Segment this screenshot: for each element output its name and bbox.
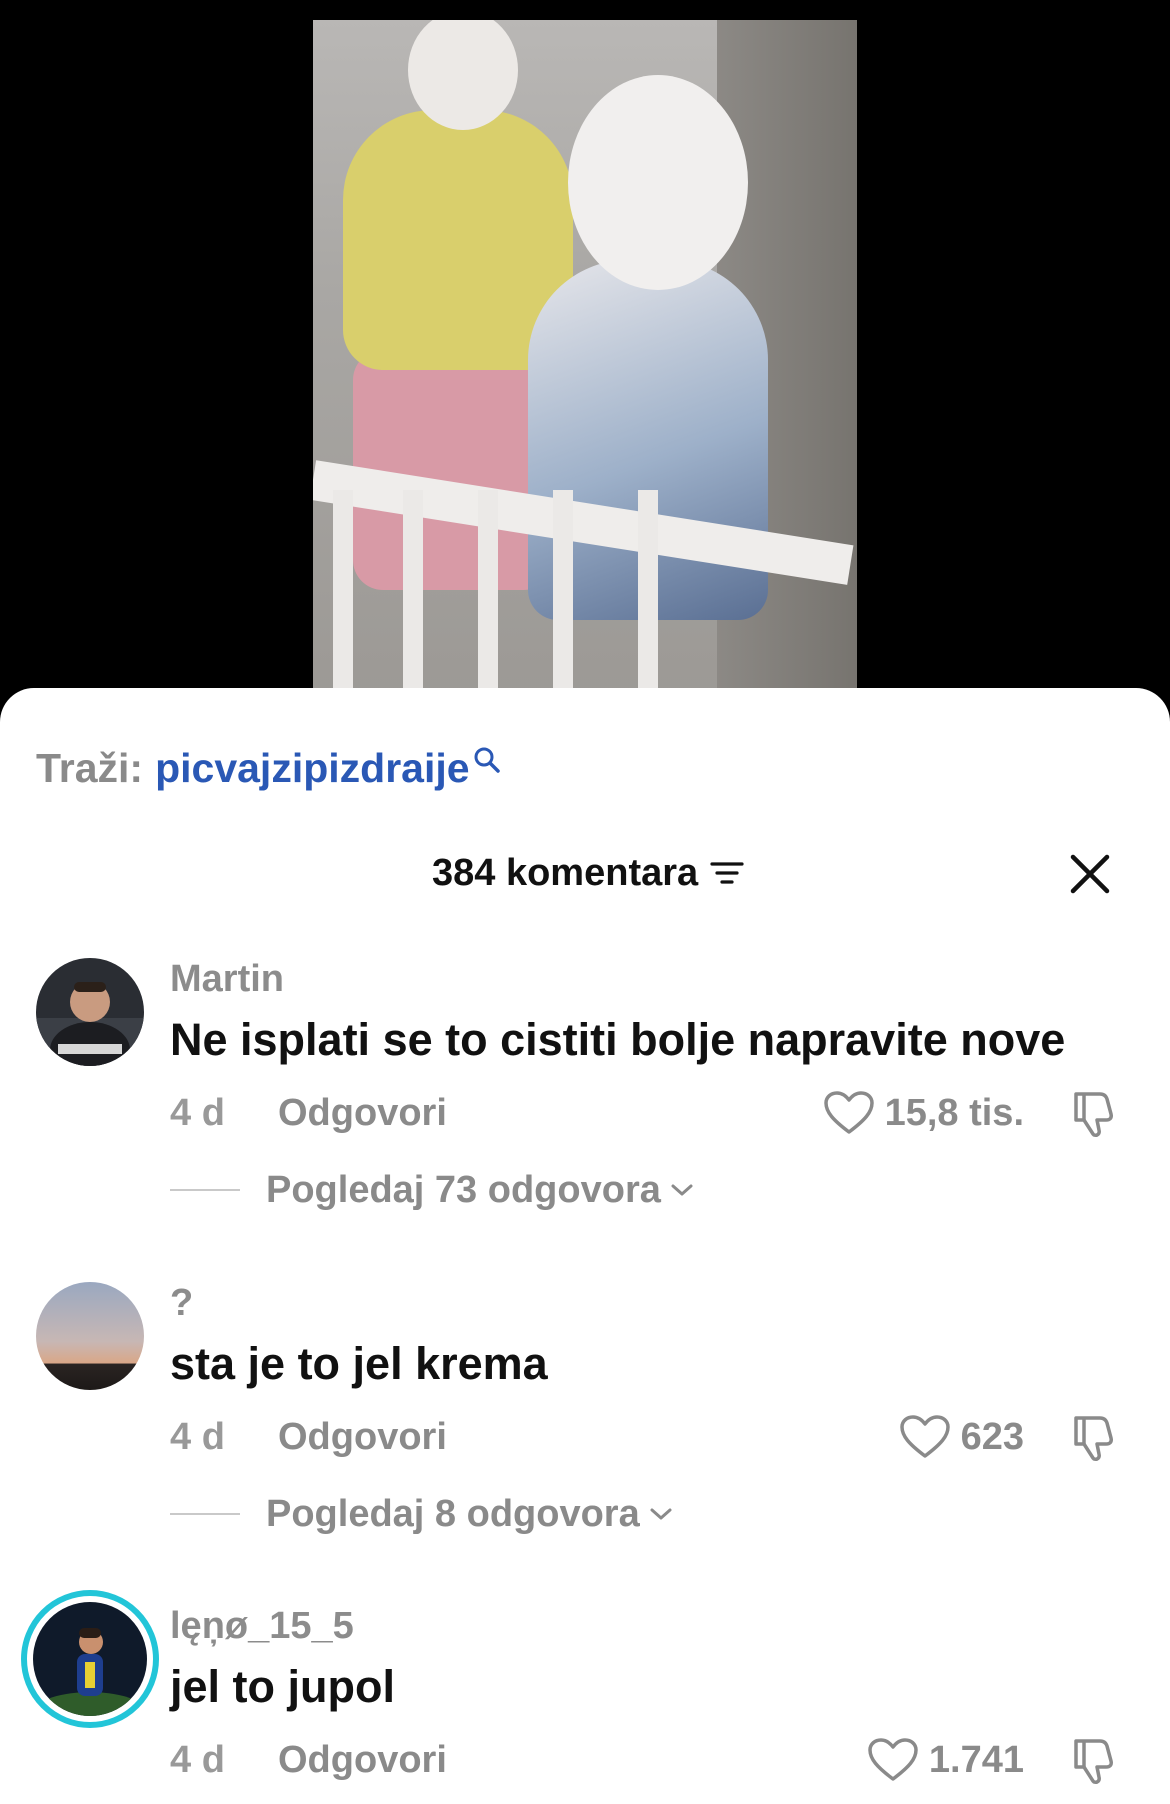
search-icon[interactable] [472, 745, 502, 775]
sort-icon[interactable] [710, 860, 744, 886]
heart-icon[interactable] [823, 1090, 875, 1136]
heart-icon[interactable] [899, 1414, 951, 1460]
reply-button[interactable]: Odgovori [278, 1416, 447, 1459]
comment-text: sta je to jel krema [170, 1338, 548, 1389]
story-ring-avatar[interactable] [21, 1590, 159, 1728]
video-crib-bar [478, 490, 498, 700]
comment-time: 4 d [170, 1738, 225, 1781]
comments-header: 384 komentara [0, 838, 1170, 908]
comment-meta: 4 d Odgovori [170, 1412, 447, 1462]
comment-text: jel to jupol [170, 1661, 395, 1712]
search-suggestion[interactable]: Traži: picvajzipizdraije [36, 738, 502, 798]
comment-meta: 4 d Odgovori [170, 1735, 447, 1785]
video-crib-bar [553, 490, 573, 700]
like-button[interactable]: 1.741 [867, 1735, 1024, 1785]
chevron-down-icon [669, 1181, 695, 1199]
comment-meta: 4 d Odgovori [170, 1088, 447, 1138]
like-count: 15,8 tis. [884, 1091, 1024, 1134]
video-crib-bar [403, 490, 423, 700]
avatar[interactable] [36, 958, 144, 1066]
reply-button[interactable]: Odgovori [278, 1739, 447, 1782]
search-label: Traži: [36, 744, 144, 791]
view-replies-button[interactable]: Pogledaj 73 odgovora [170, 1165, 695, 1215]
avatar[interactable] [36, 1282, 144, 1390]
like-count: 623 [960, 1415, 1024, 1458]
replies-divider [170, 1189, 240, 1191]
dislike-icon[interactable] [1070, 1733, 1124, 1787]
comment-text: Ne isplati se to cistiti bolje napravite… [170, 1014, 1066, 1065]
avatar [33, 1602, 147, 1716]
video-frame[interactable] [313, 20, 857, 700]
dislike-icon[interactable] [1070, 1086, 1124, 1140]
video-crib-bar [638, 490, 658, 700]
view-replies-label: Pogledaj 8 odgovora [266, 1492, 640, 1535]
comments-sheet: Traži: picvajzipizdraije 384 komentara M… [0, 688, 1170, 1804]
heart-icon[interactable] [867, 1737, 919, 1783]
comment-author[interactable]: Martin [170, 958, 284, 1001]
replies-divider [170, 1513, 240, 1515]
like-count: 1.741 [928, 1738, 1024, 1781]
like-button[interactable]: 623 [899, 1412, 1024, 1462]
comment-time: 4 d [170, 1415, 225, 1458]
close-icon[interactable] [1068, 852, 1112, 896]
view-replies-button[interactable]: Pogledaj 8 odgovora [170, 1489, 674, 1539]
view-replies-label: Pogledaj 73 odgovora [266, 1168, 661, 1211]
comments-title-wrap[interactable]: 384 komentara [432, 838, 744, 908]
dislike-icon[interactable] [1070, 1410, 1124, 1464]
comment-time: 4 d [170, 1091, 225, 1134]
reply-button[interactable]: Odgovori [278, 1092, 447, 1135]
video-child-two-head [568, 75, 748, 290]
comments-count-title: 384 komentara [432, 851, 699, 894]
like-button[interactable]: 15,8 tis. [823, 1088, 1024, 1138]
comment-author[interactable]: lęņø_15_5 [170, 1605, 354, 1648]
video-player[interactable] [0, 0, 1170, 700]
comment-author[interactable]: ? [170, 1282, 193, 1325]
chevron-down-icon [648, 1505, 674, 1523]
search-term-link[interactable]: picvajzipizdraije [155, 745, 469, 792]
video-crib-bar [333, 490, 353, 700]
